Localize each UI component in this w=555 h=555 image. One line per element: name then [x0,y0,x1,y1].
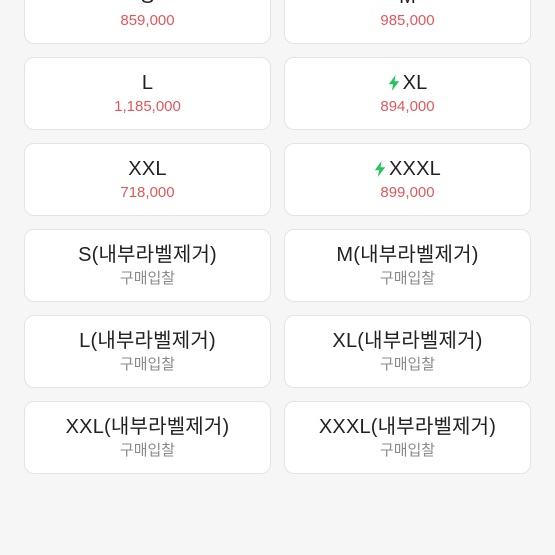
size-option-m-label-removed[interactable]: M(내부라벨제거) 구매입찰 [284,229,531,302]
lightning-bolt-icon [374,160,386,177]
purchase-bid-label: 구매입찰 [379,269,436,287]
purchase-bid-label: 구매입찰 [119,355,176,373]
size-label-row: XXL(내부라벨제거) [66,415,230,439]
size-option-xl-label-removed[interactable]: XL(내부라벨제거) 구매입찰 [284,315,531,388]
size-label: L [141,71,154,94]
size-label-row: M(내부라벨제거) [336,243,478,267]
size-option-xxl[interactable]: XXL 718,000 [24,143,271,216]
size-price: 1,185,000 [114,97,181,115]
size-label-row: XL(내부라벨제거) [332,329,482,353]
size-label: M(내부라벨제거) [336,243,479,266]
purchase-bid-label: 구매입찰 [119,269,176,287]
size-option-m[interactable]: M 985,000 [284,0,531,44]
size-label: L(내부라벨제거) [79,329,216,352]
lightning-bolt-icon [388,74,400,91]
size-label: XXL(내부라벨제거) [65,415,230,438]
size-label-row: S(내부라벨제거) [78,243,217,267]
size-option-xl[interactable]: XL 894,000 [284,57,531,130]
size-label: XL(내부라벨제거) [332,329,483,352]
size-option-xxl-label-removed[interactable]: XXL(내부라벨제거) 구매입찰 [24,401,271,474]
purchase-bid-label: 구매입찰 [119,441,176,459]
size-label-row: M [399,0,416,9]
size-option-xxxl[interactable]: XXXL 899,000 [284,143,531,216]
size-label-row: L [142,71,153,95]
size-label-row: L(내부라벨제거) [79,329,216,353]
size-label: XXXL(내부라벨제거) [318,415,497,438]
size-price: 718,000 [120,183,175,201]
size-label-row: S [141,0,155,9]
size-label-row: XXXL(내부라벨제거) [319,415,496,439]
purchase-bid-label: 구매입찰 [379,355,436,373]
size-price: 859,000 [120,11,175,29]
bottom-empty-area [0,485,555,555]
size-label: XXL [128,157,167,180]
size-option-l-label-removed[interactable]: L(내부라벨제거) 구매입찰 [24,315,271,388]
size-price: 894,000 [380,97,435,115]
size-option-s-label-removed[interactable]: S(내부라벨제거) 구매입찰 [24,229,271,302]
size-label: S [141,0,155,9]
size-option-xxxl-label-removed[interactable]: XXXL(내부라벨제거) 구매입찰 [284,401,531,474]
size-option-s[interactable]: S 859,000 [24,0,271,44]
size-label: S(내부라벨제거) [78,243,217,266]
size-label-row: XL [388,71,428,95]
size-label-row: XXXL [374,157,441,181]
purchase-bid-label: 구매입찰 [379,441,436,459]
size-label: M [399,0,416,9]
size-option-l[interactable]: L 1,185,000 [24,57,271,130]
size-label: XXXL [389,157,441,180]
size-label: XL [402,71,428,94]
size-label-row: XXL [128,157,166,181]
size-price: 985,000 [380,11,435,29]
size-price: 899,000 [380,183,435,201]
size-option-grid: S 859,000 M 985,000 L 1,185,000 XL 894,0… [24,0,531,474]
